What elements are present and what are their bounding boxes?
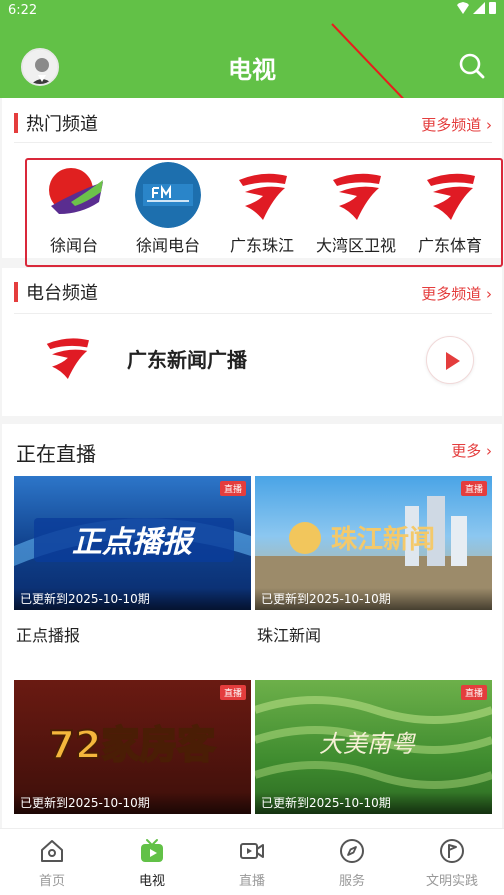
radio-header: 电台频道 xyxy=(14,280,98,304)
video-camera-icon xyxy=(240,843,264,859)
thumb-title: 大美南粤 xyxy=(319,730,416,758)
live-card-title: 正点播报 xyxy=(16,626,81,645)
hot-header: 热门频道 xyxy=(14,111,98,135)
header-bar: 6:22 电视 xyxy=(0,0,504,98)
live-badge: 直播 xyxy=(460,481,487,496)
channel-item[interactable]: 大湾区卫视 xyxy=(311,160,401,265)
tab-civilization[interactable]: 文明实践 xyxy=(402,829,502,895)
flag-icon xyxy=(440,839,464,863)
thumb-title: 72家房客 xyxy=(49,723,216,767)
tab-label: 直播 xyxy=(238,874,265,889)
search-button[interactable] xyxy=(458,52,486,80)
live-thumbnail: 大美南粤 直播 已更新到2025-10-10期 xyxy=(255,680,492,814)
hot-channel-list: 徐闻台 徐闻电台 广东珠江 大湾区卫视 广东体育 xyxy=(25,158,503,267)
channel-name: 广东体育 xyxy=(417,236,482,255)
tv-icon xyxy=(141,839,163,862)
radio-title: 电台频道 xyxy=(26,283,98,304)
gdtv-logo xyxy=(427,173,475,220)
home-icon xyxy=(41,840,63,862)
channel-name: 徐闻台 xyxy=(49,236,98,255)
status-icons xyxy=(457,2,496,14)
live-title: 正在直播 xyxy=(16,442,96,466)
live-badge: 直播 xyxy=(219,685,246,700)
status-bar: 6:22 xyxy=(0,0,504,22)
battery-icon xyxy=(489,2,496,14)
channel-item[interactable]: 广东珠江 xyxy=(217,160,307,265)
gdtv-logo xyxy=(239,173,287,220)
page-title: 电视 xyxy=(228,56,276,84)
tab-label: 首页 xyxy=(38,874,65,889)
channel-name: 大湾区卫视 xyxy=(315,236,396,255)
hot-title: 热门频道 xyxy=(26,114,98,135)
live-thumbnail: 72家房客 直播 已更新到2025-10-10期 xyxy=(14,680,251,814)
update-text: 已更新到2025-10-10期 xyxy=(255,792,492,814)
play-button[interactable] xyxy=(426,336,474,384)
tab-label: 电视 xyxy=(138,874,165,889)
thumb-title: 正点播报 xyxy=(72,525,196,560)
radio-more-link[interactable]: 更多频道 › xyxy=(421,283,492,304)
live-thumbnail: 珠江新闻 直播 已更新到2025-10-10期 xyxy=(255,476,492,610)
tab-live[interactable]: 直播 xyxy=(202,829,302,895)
signal-icon xyxy=(473,2,485,14)
status-time: 6:22 xyxy=(8,3,38,18)
live-thumbnail: 正点播报 直播 已更新到2025-10-10期 xyxy=(14,476,251,610)
live-more-link[interactable]: 更多 › xyxy=(451,440,492,461)
channel-item[interactable]: 广东体育 xyxy=(405,160,495,265)
tab-label: 服务 xyxy=(338,874,365,889)
thumb-title: 珠江新闻 xyxy=(331,524,435,555)
search-icon xyxy=(459,53,485,79)
update-text: 已更新到2025-10-10期 xyxy=(255,588,492,610)
channel-item[interactable]: 徐闻电台 xyxy=(123,160,213,265)
live-badge: 直播 xyxy=(219,481,246,496)
radio-item[interactable]: 广东新闻广播 xyxy=(2,318,502,402)
xuwen-radio-logo xyxy=(135,162,201,228)
compass-icon xyxy=(340,839,364,863)
tab-home[interactable]: 首页 xyxy=(2,829,102,895)
update-text: 已更新到2025-10-10期 xyxy=(14,792,251,814)
wifi-icon xyxy=(457,2,469,14)
radio-item-name: 广东新闻广播 xyxy=(127,348,247,372)
live-card-title: 珠江新闻 xyxy=(257,626,322,645)
content-area: 热门频道 更多频道 › 徐闻台 徐闻电台 广东珠江 大湾区卫视 广东体育 电台频… xyxy=(2,98,503,828)
hot-more-link[interactable]: 更多频道 › xyxy=(421,114,492,135)
channel-name: 广东珠江 xyxy=(229,236,294,255)
update-text: 已更新到2025-10-10期 xyxy=(14,588,251,610)
tab-label: 文明实践 xyxy=(425,874,478,889)
channel-item[interactable]: 徐闻台 xyxy=(29,160,119,265)
gdtv-logo xyxy=(46,338,89,379)
live-badge: 直播 xyxy=(460,685,487,700)
tab-service[interactable]: 服务 xyxy=(302,829,402,895)
xuwen-tv-logo xyxy=(42,163,106,227)
bottom-tab-bar: 首页 电视 直播 服务 文明实践 xyxy=(0,828,504,895)
gdtv-logo xyxy=(333,173,381,220)
tab-tv[interactable]: 电视 xyxy=(102,829,202,895)
channel-name: 徐闻电台 xyxy=(135,236,200,255)
